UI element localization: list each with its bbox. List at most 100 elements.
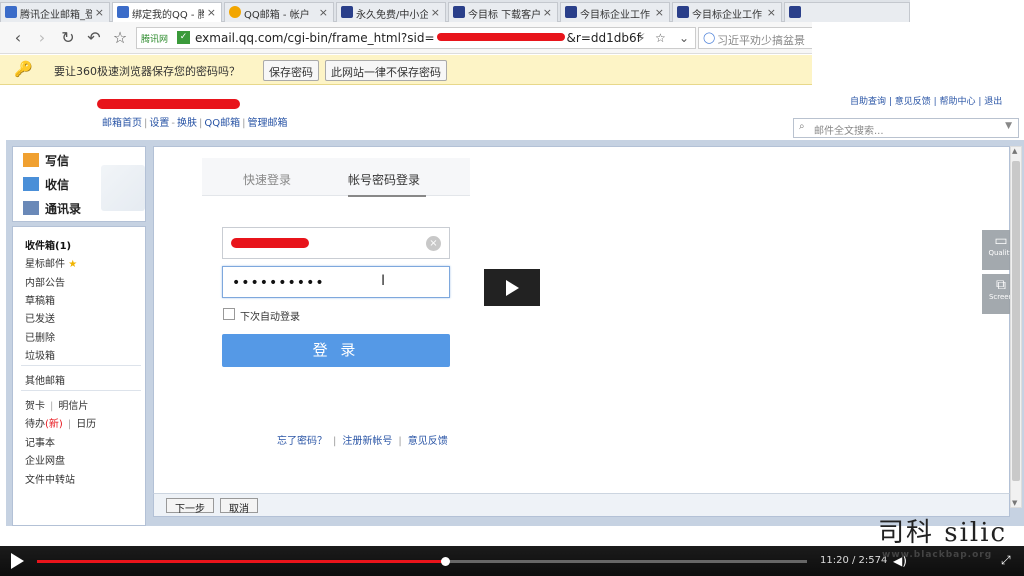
chevron-down-icon[interactable]: ▼ bbox=[1005, 121, 1012, 131]
receive-button[interactable]: 收信 bbox=[23, 176, 69, 193]
close-icon[interactable]: × bbox=[95, 6, 104, 19]
browser-tab-free-enterprise[interactable]: 永久免费/中小企 × bbox=[336, 2, 446, 22]
folder-sent[interactable]: 已发送 bbox=[25, 310, 55, 325]
folder-starred[interactable]: 星标邮件 ★ bbox=[25, 255, 77, 270]
close-icon[interactable]: × bbox=[655, 6, 664, 19]
save-password-message: 要让360极速浏览器保存您的密码吗？ bbox=[54, 65, 240, 78]
folder-drafts[interactable]: 草稿箱 bbox=[25, 292, 55, 307]
fullscreen-icon[interactable]: ⤢ bbox=[1001, 553, 1011, 568]
scrollbar-thumb[interactable] bbox=[1012, 161, 1020, 481]
volume-icon[interactable]: ◀) bbox=[893, 554, 907, 568]
new-badge: (新) bbox=[45, 419, 63, 430]
save-password-bar: 🔑 要让360极速浏览器保存您的密码吗？ 保存密码 此网站一律不保存密码 bbox=[0, 55, 812, 85]
card-link[interactable]: 贺卡 bbox=[25, 401, 45, 412]
browser-tab-jmt-work-2[interactable]: 今目标企业工作 × bbox=[672, 2, 782, 22]
feedback-link[interactable]: 意见反馈 bbox=[408, 436, 448, 447]
tab-quick-login[interactable]: 快速登录 bbox=[243, 171, 291, 188]
chevron-down-icon[interactable]: ⌄ bbox=[679, 31, 689, 45]
close-icon[interactable]: × bbox=[431, 6, 440, 19]
sidebar-actions: 写信 收信 通讯录 bbox=[12, 146, 146, 222]
username-input[interactable]: × bbox=[222, 227, 450, 259]
reload-button[interactable]: ↻ bbox=[58, 28, 78, 48]
login-button[interactable]: 登 录 bbox=[222, 334, 450, 367]
tools-row-2: 待办(新) | 日历 bbox=[25, 419, 97, 430]
register-link[interactable]: 注册新帐号 bbox=[342, 436, 392, 447]
back-button[interactable]: ‹ bbox=[8, 28, 28, 48]
next-step-button[interactable]: 下一步 bbox=[166, 498, 214, 515]
cancel-button[interactable]: 取消 bbox=[220, 498, 258, 515]
divider bbox=[21, 365, 141, 366]
browser-tab-exmail-login[interactable]: 腾讯企业邮箱_登 × bbox=[0, 2, 110, 22]
mail-search-input[interactable]: ⌕ 邮件全文搜索... ▼ bbox=[793, 118, 1019, 138]
divider bbox=[21, 390, 141, 391]
close-icon[interactable]: × bbox=[319, 6, 328, 19]
address-url: exmail.qq.com/cgi-bin/frame_html?sid= &r=… bbox=[195, 31, 641, 45]
lightning-icon[interactable]: ⚡ bbox=[637, 31, 645, 45]
address-bar[interactable]: 腾讯网 ✓ exmail.qq.com/cgi-bin/frame_html?s… bbox=[136, 27, 696, 49]
todo-link[interactable]: 待办(新) bbox=[25, 419, 63, 430]
calendar-link[interactable]: 日历 bbox=[76, 419, 96, 430]
browser-search-input[interactable]: ◯ 习近平劝少搞盆景 bbox=[698, 27, 812, 49]
folder-inbox[interactable]: 收件箱(1) bbox=[25, 237, 71, 252]
progress-played bbox=[37, 560, 446, 563]
qqmail-icon bbox=[229, 6, 241, 18]
progress-track[interactable] bbox=[37, 557, 807, 566]
folder-notice[interactable]: 内部公告 bbox=[25, 274, 65, 289]
postcard-link[interactable]: 明信片 bbox=[58, 401, 88, 412]
browser-tab-bind-qq[interactable]: 绑定我的QQ - 腾 × bbox=[112, 2, 222, 22]
browser-tab-jmt-download[interactable]: 今目标 下载客户 × bbox=[448, 2, 558, 22]
auto-login-checkbox[interactable] bbox=[223, 308, 235, 320]
content-scrollbar[interactable]: ▲ ▼ bbox=[1010, 146, 1022, 508]
content-footer: 下一步 取消 bbox=[153, 493, 1010, 517]
star-icon: ★ bbox=[68, 259, 78, 270]
mail-home-link[interactable]: 邮箱首页 bbox=[102, 118, 142, 129]
password-input[interactable]: •••••••••• I bbox=[222, 266, 450, 298]
progress-handle[interactable] bbox=[441, 557, 451, 566]
auto-login-label[interactable]: 下次自动登录 bbox=[240, 308, 300, 323]
download-icon bbox=[23, 177, 39, 191]
contacts-icon bbox=[23, 201, 39, 215]
save-password-button[interactable]: 保存密码 bbox=[263, 60, 319, 81]
pencil-icon bbox=[23, 153, 39, 167]
forward-button[interactable]: › bbox=[32, 28, 52, 48]
close-icon[interactable]: × bbox=[207, 6, 216, 19]
secure-icon[interactable]: ✓ bbox=[177, 31, 190, 44]
folder-list: 收件箱(1) 星标邮件 ★ 内部公告 草稿箱 已发送 已删除 垃圾箱 其他邮箱 … bbox=[12, 226, 146, 526]
undo-close-button[interactable]: ↶ bbox=[84, 28, 104, 48]
clear-icon[interactable]: × bbox=[426, 236, 441, 251]
arrow-up-icon[interactable]: ▲ bbox=[1012, 147, 1017, 155]
video-play-overlay[interactable] bbox=[484, 269, 540, 306]
settings-link[interactable]: 设置 bbox=[149, 118, 169, 129]
skin-link[interactable]: 换肤 bbox=[177, 118, 197, 129]
tab-password-login[interactable]: 帐号密码登录 bbox=[348, 171, 420, 188]
disk-link[interactable]: 企业网盘 bbox=[25, 452, 65, 467]
forgot-password-link[interactable]: 忘了密码？ bbox=[277, 436, 327, 447]
folder-deleted[interactable]: 已删除 bbox=[25, 329, 55, 344]
compose-button[interactable]: 写信 bbox=[23, 152, 69, 169]
paw-icon bbox=[5, 6, 17, 18]
never-save-password-button[interactable]: 此网站一律不保存密码 bbox=[325, 60, 447, 81]
qqmail-link[interactable]: QQ邮箱 bbox=[204, 118, 240, 129]
folder-spam[interactable]: 垃圾箱 bbox=[25, 347, 55, 362]
folder-other[interactable]: 其他邮箱 bbox=[25, 372, 65, 387]
bookmark-button[interactable]: ☆ bbox=[110, 28, 130, 48]
star-icon[interactable]: ☆ bbox=[655, 31, 666, 45]
login-links: 忘了密码？ | 注册新帐号 | 意见反馈 bbox=[277, 436, 448, 447]
browser-tab-jmt-work-1[interactable]: 今目标企业工作 × bbox=[560, 2, 670, 22]
top-right-links[interactable]: 自助查询 | 意见反馈 | 帮助中心 | 退出 bbox=[850, 94, 1002, 107]
password-value: •••••••••• bbox=[232, 275, 325, 291]
jmt-icon bbox=[565, 6, 577, 18]
search-icon: ⌕ bbox=[799, 121, 805, 132]
browser-tab-partial[interactable] bbox=[784, 2, 910, 22]
close-icon[interactable]: × bbox=[543, 6, 552, 19]
arrow-down-icon[interactable]: ▼ bbox=[1012, 499, 1017, 507]
close-icon[interactable]: × bbox=[767, 6, 776, 19]
play-button[interactable] bbox=[11, 553, 24, 569]
contacts-button[interactable]: 通讯录 bbox=[23, 200, 81, 217]
video-player-bar: 11:20 / 2:574 ◀) ⤢ bbox=[0, 546, 1024, 576]
notes-link[interactable]: 记事本 bbox=[25, 434, 55, 449]
jmt-icon bbox=[341, 6, 353, 18]
file-transfer-link[interactable]: 文件中转站 bbox=[25, 471, 75, 486]
browser-tab-qqmail-account[interactable]: QQ邮箱 - 帐户 × bbox=[224, 2, 334, 22]
admin-mail-link[interactable]: 管理邮箱 bbox=[247, 118, 287, 129]
